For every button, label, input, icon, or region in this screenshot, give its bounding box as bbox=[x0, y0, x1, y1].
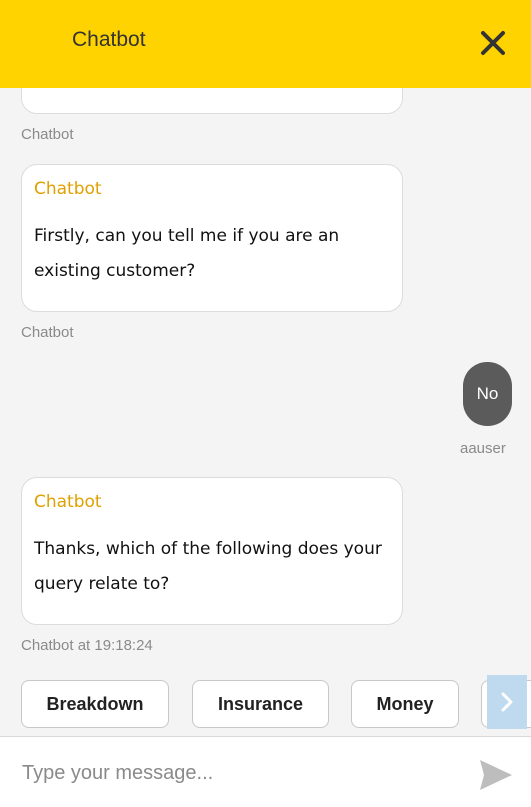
bot-message-bubble: Chatbot Thanks, which of the following d… bbox=[21, 477, 403, 625]
user-message-bubble: No bbox=[463, 362, 512, 426]
quick-replies-scroll-right[interactable] bbox=[487, 675, 527, 729]
message-meta: aauser bbox=[460, 440, 506, 457]
message-composer bbox=[0, 736, 531, 807]
message-timestamp: Chatbot at 19:18:24 bbox=[21, 637, 153, 654]
chatbot-window: Chatbot Chatbot Chatbot Firstly, can you… bbox=[0, 0, 531, 807]
header-title: Chatbot bbox=[72, 28, 146, 51]
send-button[interactable] bbox=[478, 758, 514, 792]
message-input[interactable] bbox=[22, 755, 452, 791]
close-icon bbox=[481, 31, 505, 55]
bot-message-bubble bbox=[21, 88, 403, 114]
chevron-right-icon bbox=[501, 692, 513, 712]
message-list: Chatbot Chatbot Firstly, can you tell me… bbox=[0, 88, 531, 736]
send-icon bbox=[480, 760, 512, 790]
message-sender: Chatbot bbox=[34, 492, 102, 512]
message-sender: Chatbot bbox=[34, 179, 102, 199]
chat-header: Chatbot bbox=[0, 0, 531, 88]
quick-reply-money[interactable]: Money bbox=[351, 680, 459, 728]
message-meta: Chatbot bbox=[21, 324, 74, 341]
message-text: Firstly, can you tell me if you are an e… bbox=[34, 226, 340, 281]
message-text: Thanks, which of the following does your… bbox=[34, 539, 382, 594]
bot-message-bubble: Chatbot Firstly, can you tell me if you … bbox=[21, 164, 403, 312]
close-button[interactable] bbox=[478, 28, 508, 58]
quick-reply-insurance[interactable]: Insurance bbox=[192, 680, 329, 728]
quick-reply-breakdown[interactable]: Breakdown bbox=[21, 680, 169, 728]
message-meta: Chatbot bbox=[21, 126, 74, 143]
